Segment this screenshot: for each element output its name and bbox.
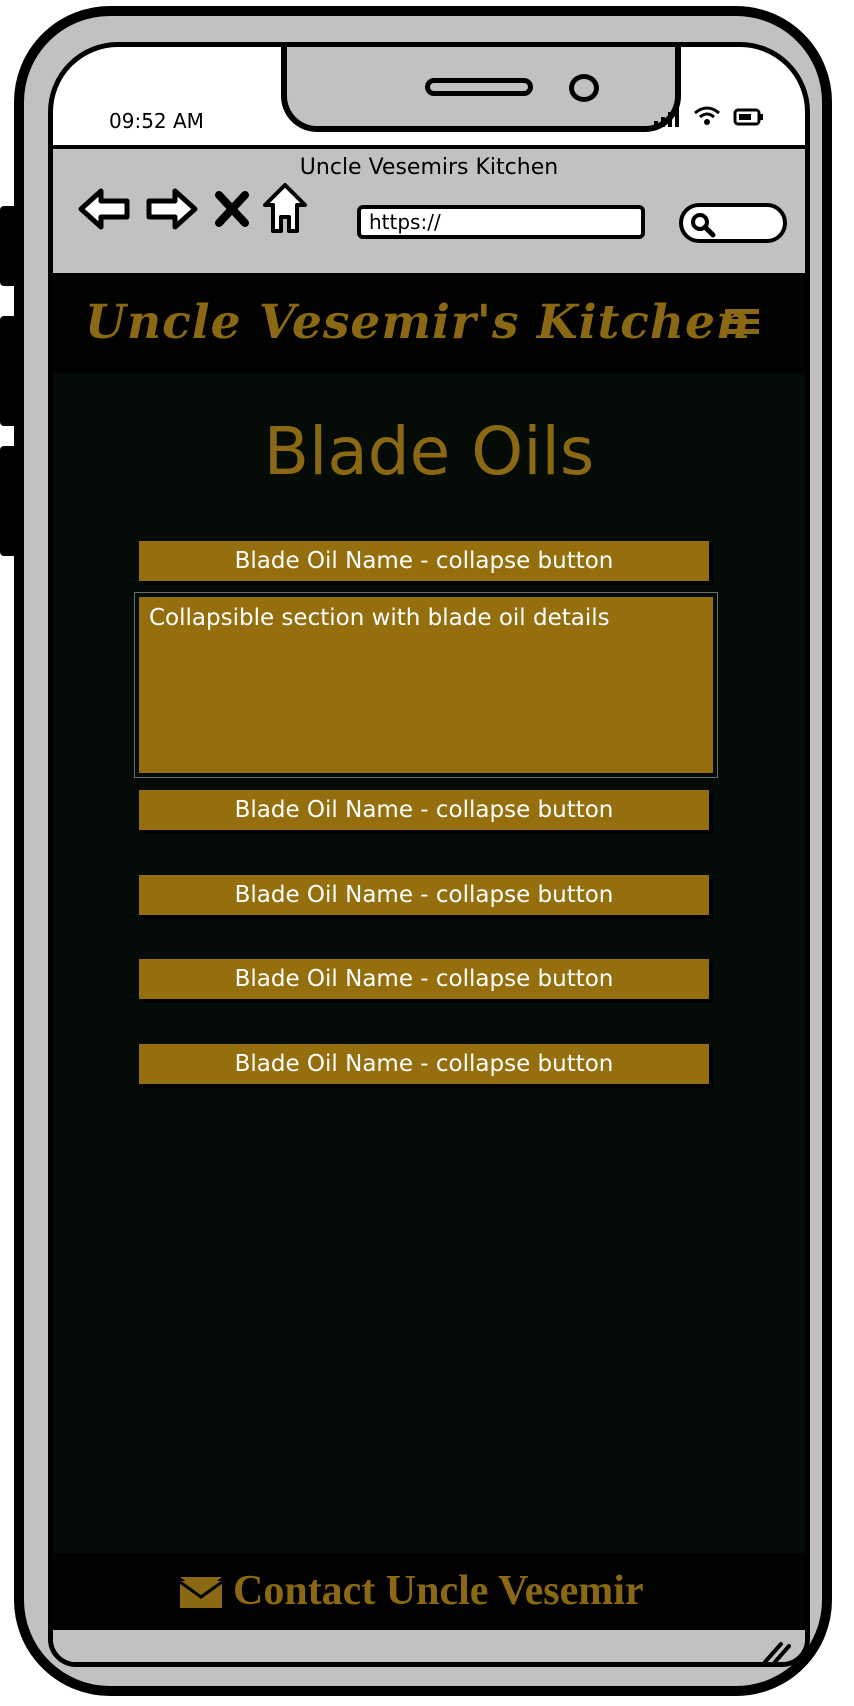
close-icon[interactable] [215, 191, 249, 227]
main-content: Blade Oils Blade Oil Name - collapse but… [53, 373, 805, 1553]
search-icon [691, 213, 716, 238]
browser-search-field[interactable] [679, 203, 787, 243]
phone-volume-down-button [0, 446, 14, 556]
blade-oil-collapse-button[interactable]: Blade Oil Name - collapse button [139, 875, 709, 915]
home-icon[interactable] [261, 181, 309, 235]
blade-oil-details-panel: Collapsible section with blade oil detai… [134, 592, 718, 778]
status-time: 09:52 AM [109, 109, 204, 133]
site-logo[interactable]: Uncle Vesemir's Kitchen [85, 295, 751, 350]
blade-oil-collapse-button[interactable]: Blade Oil Name - collapse button [139, 1044, 709, 1084]
battery-icon [733, 108, 763, 126]
wifi-icon [694, 106, 720, 125]
resize-handle-icon[interactable] [761, 1640, 791, 1664]
forward-arrow-icon[interactable] [143, 185, 199, 233]
blade-oil-collapse-button[interactable]: Blade Oil Name - collapse button [139, 541, 709, 581]
hamburger-menu-icon[interactable] [725, 309, 759, 337]
status-icons [653, 105, 765, 127]
page-title: Blade Oils [263, 413, 595, 490]
blade-oil-collapse-button[interactable]: Blade Oil Name - collapse button [139, 790, 709, 830]
speaker-grille [425, 78, 533, 96]
site-header: Uncle Vesemir's Kitchen [53, 273, 805, 373]
browser-title: Uncle Vesemirs Kitchen [299, 155, 559, 180]
envelope-icon [179, 1577, 223, 1608]
site-footer: Contact Uncle Vesemir [53, 1553, 805, 1627]
contact-link[interactable]: Contact Uncle Vesemir [179, 1567, 644, 1615]
front-camera [569, 74, 599, 102]
phone-notch [281, 47, 681, 132]
phone-screen: 09:52 AM Uncle Vesemirs Kitchen https://… [48, 42, 810, 1667]
blade-oil-collapse-button[interactable]: Blade Oil Name - collapse button [139, 959, 709, 999]
browser-bottom-bar [53, 1627, 805, 1664]
url-input[interactable]: https:// [357, 205, 645, 239]
back-arrow-icon[interactable] [77, 185, 133, 233]
signal-icon [654, 106, 679, 127]
browser-chrome: Uncle Vesemirs Kitchen https:// [53, 145, 805, 273]
contact-label: Contact Uncle Vesemir [233, 1568, 644, 1614]
phone-side-button [0, 206, 14, 286]
phone-volume-up-button [0, 316, 14, 426]
